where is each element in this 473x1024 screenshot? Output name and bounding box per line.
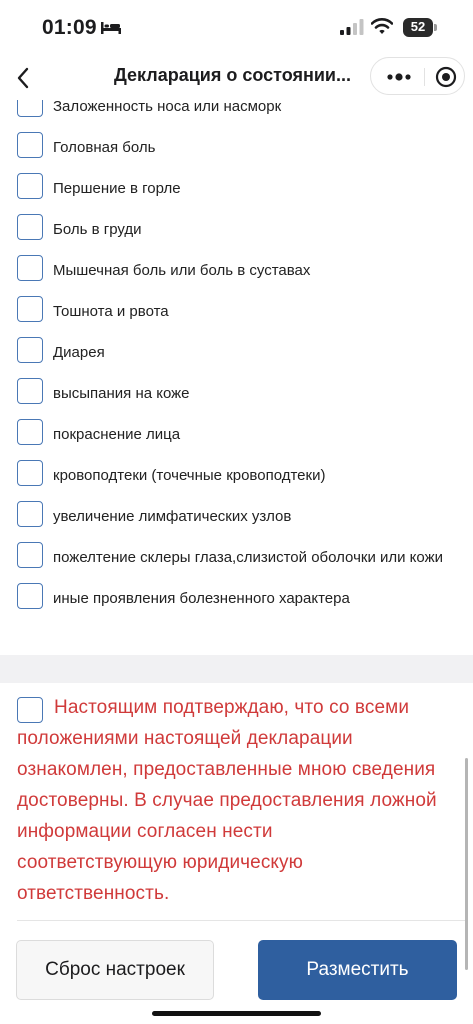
symptom-label: кровоподтеки (точечные кровоподтеки) xyxy=(53,467,326,484)
symptom-checkbox[interactable] xyxy=(17,173,43,199)
confirmation-checkbox[interactable] xyxy=(17,697,43,723)
status-time: 01:09 xyxy=(42,16,97,39)
battery-percent: 52 xyxy=(410,19,426,34)
symptom-option[interactable]: Тошнота и рвота xyxy=(0,289,473,330)
symptom-checkbox[interactable] xyxy=(17,542,43,568)
submit-button[interactable]: Разместить xyxy=(258,940,457,1000)
symptom-label: высыпания на коже xyxy=(53,385,190,402)
symptom-option[interactable]: Мышечная боль или боль в суставах xyxy=(0,248,473,289)
symptom-label: Тошнота и рвота xyxy=(53,303,169,320)
battery-icon: 52 xyxy=(403,18,437,37)
symptom-checkbox[interactable] xyxy=(17,255,43,281)
chevron-left-icon xyxy=(17,67,29,89)
symptom-checkbox[interactable] xyxy=(17,378,43,404)
symptom-label: Диарея xyxy=(53,344,105,361)
symptom-label: Заложенность носа или насморк xyxy=(53,100,282,115)
mini-program-capsule xyxy=(370,57,465,95)
page-title: Декларация о состоянии... xyxy=(114,65,351,85)
symptom-label: пожелтение склеры глаза,слизистой оболоч… xyxy=(53,549,443,566)
symptom-label: Головная боль xyxy=(53,139,156,156)
close-mini-program-button[interactable] xyxy=(429,58,463,96)
symptom-option[interactable]: Головная боль xyxy=(0,125,473,166)
confirmation-block: Настоящим подтверждаю, что со всеми поло… xyxy=(17,692,437,909)
more-dots-icon xyxy=(387,73,411,81)
signal-icon xyxy=(340,19,364,35)
symptom-option[interactable]: увеличение лимфатических узлов xyxy=(0,494,473,535)
scrollbar[interactable] xyxy=(465,758,468,970)
symptom-checkbox[interactable] xyxy=(17,214,43,240)
status-bar: 01:09 52 xyxy=(0,0,473,56)
bed-icon xyxy=(101,22,121,34)
symptom-option[interactable]: высыпания на коже xyxy=(0,371,473,412)
symptom-label: Першение в горле xyxy=(53,180,181,197)
symptom-list: Заложенность носа или насморк Головная бо… xyxy=(0,100,473,617)
symptom-checkbox[interactable] xyxy=(17,132,43,158)
more-button[interactable] xyxy=(382,58,416,96)
home-indicator[interactable] xyxy=(152,1011,321,1016)
symptom-label: Мышечная боль или боль в суставах xyxy=(53,262,311,279)
divider xyxy=(17,920,467,921)
symptom-label: покраснение лица xyxy=(53,426,181,443)
symptom-checkbox[interactable] xyxy=(17,296,43,322)
symptom-option[interactable]: Заложенность носа или насморк xyxy=(0,100,473,125)
symptom-label: иные проявления болезненного характера xyxy=(53,590,350,607)
symptom-option[interactable]: кровоподтеки (точечные кровоподтеки) xyxy=(0,453,473,494)
symptom-option[interactable]: Першение в горле xyxy=(0,166,473,207)
symptom-label: Боль в груди xyxy=(53,221,142,238)
symptom-checkbox[interactable] xyxy=(17,460,43,486)
symptom-checkbox[interactable] xyxy=(17,583,43,609)
back-button[interactable] xyxy=(12,62,40,94)
symptom-option[interactable]: покраснение лица xyxy=(0,412,473,453)
form-content[interactable]: Заложенность носа или насморк Головная бо… xyxy=(0,100,473,928)
symptom-checkbox[interactable] xyxy=(17,100,43,117)
symptom-option[interactable]: Диарея xyxy=(0,330,473,371)
symptom-checkbox[interactable] xyxy=(17,419,43,445)
close-circle-icon xyxy=(435,66,457,88)
symptom-label: увеличение лимфатических узлов xyxy=(53,508,292,525)
symptom-option[interactable]: пожелтение склеры глаза,слизистой оболоч… xyxy=(0,535,473,576)
confirmation-text: Настоящим подтверждаю, что со всеми поло… xyxy=(17,697,437,904)
symptom-option[interactable]: Боль в груди xyxy=(0,207,473,248)
symptom-checkbox[interactable] xyxy=(17,337,43,363)
wifi-icon xyxy=(371,18,393,34)
nav-header: Декларация о состоянии... xyxy=(0,56,473,100)
symptom-checkbox[interactable] xyxy=(17,501,43,527)
section-divider xyxy=(0,655,473,683)
symptom-option[interactable]: иные проявления болезненного характера xyxy=(0,576,473,617)
reset-button[interactable]: Сброс настроек xyxy=(16,940,214,1000)
